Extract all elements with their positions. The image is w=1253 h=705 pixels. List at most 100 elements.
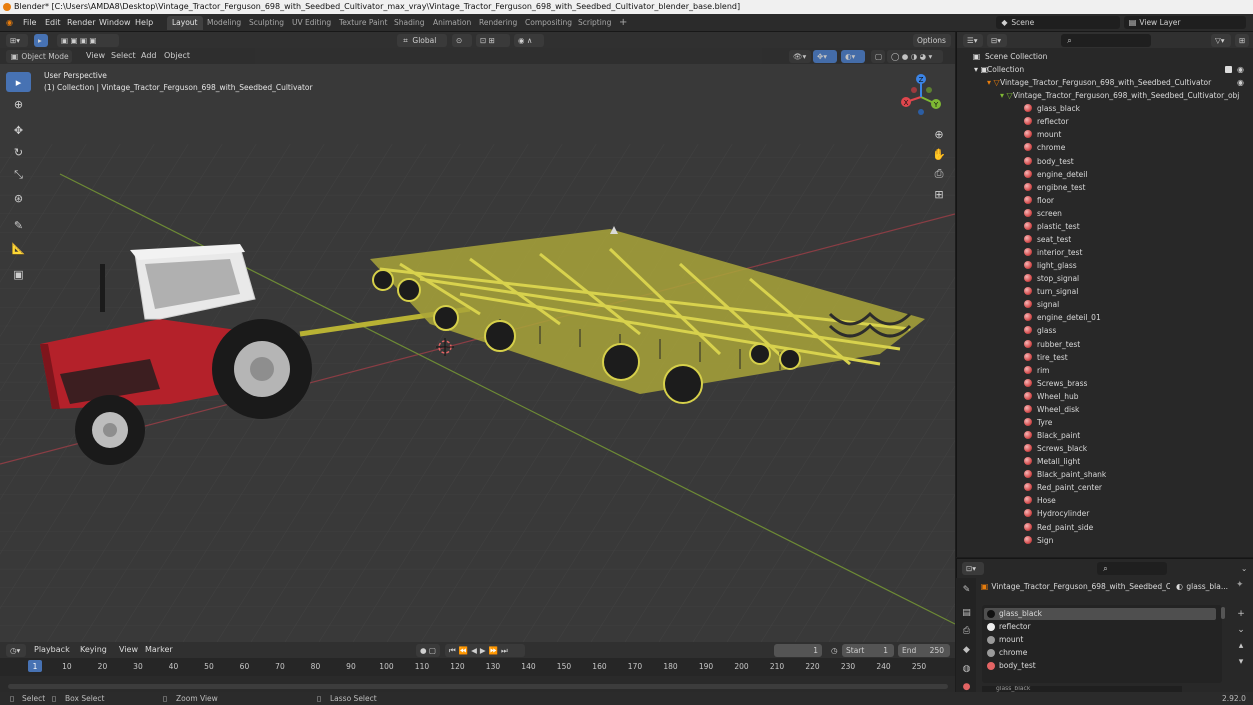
display-mode-icon[interactable]: ⊟▾ [987, 34, 1007, 47]
camera-view-icon[interactable]: ⎙ [930, 165, 948, 183]
tab-rendering[interactable]: Rendering [474, 16, 522, 30]
editor-type-icon[interactable]: ⊞▾ [6, 34, 28, 47]
outliner-material-item[interactable]: Black_paint_shank [1024, 468, 1106, 481]
slot-menu-icon[interactable]: ⌄ [1234, 622, 1248, 638]
outliner-material-item[interactable]: Tyre [1024, 416, 1052, 429]
move-tool-icon[interactable]: ✥ [6, 120, 31, 140]
tab-texture-paint[interactable]: Texture Paint [334, 16, 392, 30]
outliner-mesh[interactable]: ▾ ▽Vintage_Tractor_Ferguson_698_with_See… [1000, 89, 1239, 102]
outliner-search-input[interactable]: ⌕ [1061, 34, 1151, 47]
outliner-material-item[interactable]: floor [1024, 194, 1054, 207]
viewport-menu-view[interactable]: View [86, 50, 105, 62]
collection-checkbox[interactable] [1225, 66, 1232, 74]
outliner-material-item[interactable]: body_test [1024, 155, 1074, 168]
slot-list-scrollbar[interactable] [1221, 607, 1225, 619]
proportional-edit-icon[interactable]: ◉ ∧ [514, 34, 544, 47]
end-frame-field[interactable]: End 250 [898, 644, 950, 657]
cursor-tool-icon[interactable]: ⊕ [6, 94, 31, 114]
outliner-material-item[interactable]: Hose [1024, 494, 1056, 507]
gizmo-toggle-icon[interactable]: ✥▾ [813, 50, 837, 63]
pivot-point-icon[interactable]: ⊙ [452, 34, 472, 47]
timeline-editor-icon[interactable]: ◷▾ [6, 644, 26, 657]
select-mode-icon[interactable]: ▸ [34, 34, 48, 47]
move-slot-up-icon[interactable]: ▴ [1234, 638, 1248, 654]
timeline-ruler[interactable]: 1 10 20 30 40 50 60 70 80 90 100 110 120 130 140 150 160… [0, 658, 955, 676]
pin-icon[interactable]: ✦ [1236, 580, 1244, 590]
outliner-material-item[interactable]: mount [1024, 128, 1061, 141]
tab-uv-editing[interactable]: UV Editing [287, 16, 336, 30]
new-collection-icon[interactable]: ⊞ [1235, 34, 1249, 47]
tab-compositing[interactable]: Compositing [520, 16, 577, 30]
output-properties-icon[interactable]: ⎙ [961, 626, 972, 637]
outliner-material-item[interactable]: seat_test [1024, 233, 1071, 246]
outliner-material-item[interactable]: signal [1024, 298, 1059, 311]
world-properties-icon[interactable]: ◍ [961, 664, 972, 675]
outliner-material-item[interactable]: plastic_test [1024, 220, 1080, 233]
outliner-material-item[interactable]: rim [1024, 364, 1049, 377]
snapping-icon[interactable]: ⊡ ⊞ [476, 34, 510, 47]
transform-tool-icon[interactable]: ⊛ [6, 188, 31, 208]
timeline-menu-view[interactable]: View [119, 644, 138, 656]
outliner-material-item[interactable]: reflector [1024, 115, 1069, 128]
pan-view-icon[interactable]: ✋ [930, 145, 948, 163]
properties-options-icon[interactable]: ⌄ [1237, 562, 1249, 575]
measure-tool-icon[interactable]: 📐 [6, 238, 31, 258]
tab-modeling[interactable]: Modeling [202, 16, 246, 30]
viewport-menu-object[interactable]: Object [164, 50, 190, 62]
overlay-toggle-icon[interactable]: ◐▾ [841, 50, 865, 63]
menu-edit[interactable]: Edit [45, 17, 61, 29]
playback-controls[interactable]: ⏮⏪◀▶⏩⏭ [445, 644, 525, 657]
visibility-eye-icon[interactable]: ◉ [1237, 63, 1244, 76]
menu-render[interactable]: Render [67, 17, 95, 29]
render-properties-icon[interactable]: ▤ [961, 608, 972, 619]
outliner-material-item[interactable]: interior_test [1024, 246, 1082, 259]
xray-icon[interactable]: ▢ [871, 50, 885, 63]
menu-window[interactable]: Window [99, 17, 131, 29]
outliner-material-item[interactable]: Sign [1024, 534, 1053, 547]
scene-selector[interactable]: ◆ Scene [996, 16, 1120, 29]
outliner-material-item[interactable]: chrome [1024, 141, 1065, 154]
viewport-menu-select[interactable]: Select [111, 50, 136, 62]
add-cube-tool-icon[interactable]: ▣ [6, 264, 31, 284]
perspective-toggle-icon[interactable]: ⊞ [930, 185, 948, 203]
tab-scripting[interactable]: Scripting [573, 16, 616, 30]
timeline-menu-marker[interactable]: Marker [145, 644, 173, 656]
outliner-collection[interactable]: ▾ ▣Collection [974, 63, 1024, 76]
outliner-material-item[interactable]: tire_test [1024, 351, 1068, 364]
outliner-material-item[interactable]: Black_paint [1024, 429, 1080, 442]
add-slot-icon[interactable]: + [1234, 606, 1248, 622]
outliner-object[interactable]: ▾ ▽Vintage_Tractor_Ferguson_698_with_See… [987, 76, 1211, 89]
move-slot-down-icon[interactable]: ▾ [1234, 654, 1248, 670]
timeline-menu-playback[interactable]: Playback [34, 644, 70, 656]
start-frame-field[interactable]: Start 1 [842, 644, 894, 657]
view-layer-selector[interactable]: ▤ View Layer [1124, 16, 1246, 29]
outliner-material-item[interactable]: turn_signal [1024, 285, 1078, 298]
material-properties-icon[interactable]: ● [961, 682, 972, 693]
preview-range-icon[interactable]: ◷ [827, 644, 839, 657]
timeline-menu-keying[interactable]: Keying [80, 644, 107, 656]
zoom-view-icon[interactable]: ⊕ [930, 125, 948, 143]
outliner-material-item[interactable]: screen [1024, 207, 1062, 220]
outliner-material-item[interactable]: engine_deteil [1024, 168, 1087, 181]
properties-search-input[interactable]: ⌕ [1097, 562, 1167, 575]
tab-animation[interactable]: Animation [428, 16, 476, 30]
outliner-material-item[interactable]: Wheel_disk [1024, 403, 1079, 416]
menu-help[interactable]: Help [135, 17, 153, 29]
material-slot[interactable]: mount [984, 634, 1216, 646]
outliner-scene-collection[interactable]: ▣ Scene Collection [972, 50, 1048, 63]
current-frame-field[interactable]: 1 [774, 644, 822, 657]
menu-file[interactable]: File [23, 17, 36, 29]
visibility-icon[interactable]: 👁▾ [789, 50, 811, 63]
outliner-material-item[interactable]: Hydrocylinder [1024, 507, 1089, 520]
outliner-editor-icon[interactable]: ☰▾ [963, 34, 983, 47]
material-slot[interactable]: glass_black [984, 608, 1216, 620]
outliner-material-item[interactable]: glass [1024, 324, 1056, 337]
material-slot[interactable]: body_test [984, 660, 1216, 672]
outliner-material-item[interactable]: Screws_black [1024, 442, 1087, 455]
outliner-material-item[interactable]: light_glass [1024, 259, 1077, 272]
outliner-material-item[interactable]: Red_paint_center [1024, 481, 1102, 494]
scene-properties-icon[interactable]: ◆ [961, 645, 972, 656]
options-dropdown[interactable]: Options [913, 34, 951, 47]
viewport-menu-add[interactable]: Add [141, 50, 157, 62]
outliner-material-item[interactable]: Wheel_hub [1024, 390, 1079, 403]
